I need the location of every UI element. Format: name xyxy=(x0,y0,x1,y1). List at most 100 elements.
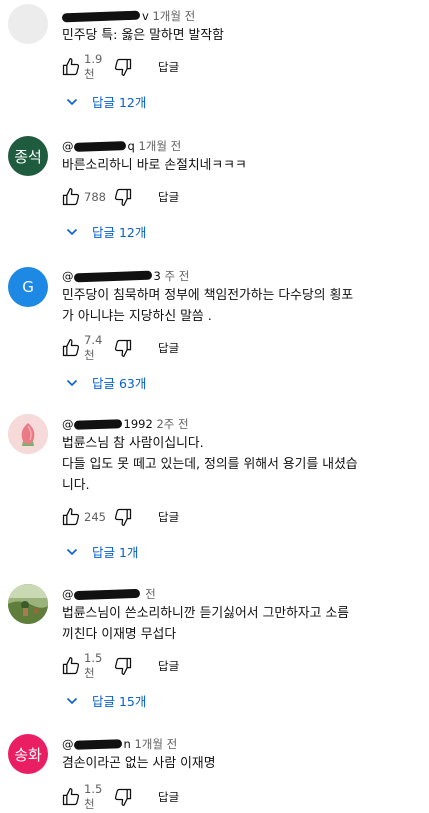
author-handle[interactable]: @ xyxy=(62,587,74,601)
thumbs-down-icon[interactable] xyxy=(112,56,134,78)
replies-label: 답글 12개 xyxy=(92,225,147,240)
redacted-handle xyxy=(73,419,122,430)
reply-button[interactable]: 답글 xyxy=(158,59,179,75)
author-handle[interactable]: @ xyxy=(62,417,74,431)
like-count: 1.5천 xyxy=(84,782,103,811)
redacted-handle xyxy=(73,141,126,152)
view-replies-button[interactable]: 답글 1개 xyxy=(66,542,138,561)
comment-text: 겸손이라곤 없는 사람 이재명 xyxy=(62,753,215,774)
comment-header: @ q 1개월 전 xyxy=(62,138,181,154)
reply-button[interactable]: 답글 xyxy=(158,789,179,805)
comment-header: @ 전 xyxy=(62,586,156,602)
comment-time[interactable]: 전 xyxy=(145,587,156,601)
comment: 종석 @ q 1개월 전 바른소리하니 바로 손절치네ㅋㅋㅋ 788 답글 답글 … xyxy=(0,130,429,260)
comment-header: @3 주 전 xyxy=(62,268,189,284)
thumbs-up-icon[interactable] xyxy=(60,186,82,208)
replies-label: 답글 1개 xyxy=(92,545,139,560)
view-replies-button[interactable]: 답글 63개 xyxy=(66,373,146,392)
comment-actions: 7.4천 답글 xyxy=(60,333,179,362)
thumbs-down-icon[interactable] xyxy=(112,786,134,808)
comment-line: 끼친다 이재명 무섭다 xyxy=(62,627,177,642)
comment-text: 법륜스님 참 사람이십니다. 다들 입도 못 떼고 있는데, 정의를 위해서 용… xyxy=(62,433,358,496)
view-replies-button[interactable]: 답글 12개 xyxy=(66,92,146,111)
comment-header: v 1개월 전 xyxy=(61,8,195,24)
reply-button[interactable]: 답글 xyxy=(158,658,179,674)
reply-button[interactable]: 답글 xyxy=(158,340,179,356)
comment-line: 민주당이 침묵하며 정부에 책임전가하는 다수당의 횡포 xyxy=(62,288,354,303)
landscape-photo-icon xyxy=(8,584,48,624)
thumbs-down-icon[interactable] xyxy=(112,337,134,359)
author-handle-end: q xyxy=(127,139,135,153)
reply-button[interactable]: 답글 xyxy=(158,189,179,205)
comment-actions: 788 답글 xyxy=(60,186,179,208)
comment-time[interactable]: 1개월 전 xyxy=(138,139,181,153)
thumbs-down-icon[interactable] xyxy=(112,655,134,677)
avatar[interactable] xyxy=(8,414,48,454)
avatar[interactable] xyxy=(8,584,48,624)
comment-actions: 1.9천 답글 xyxy=(60,52,179,81)
avatar[interactable] xyxy=(8,4,48,44)
replies-label: 답글 63개 xyxy=(92,376,147,391)
avatar-initials: G xyxy=(22,278,34,296)
comment-time[interactable]: 1개월 전 xyxy=(134,737,177,751)
view-replies-button[interactable]: 답글 15개 xyxy=(66,691,146,710)
thumbs-up-icon[interactable] xyxy=(60,655,82,677)
reply-button[interactable]: 답글 xyxy=(158,509,179,525)
comment: v 1개월 전 민주당 특: 옳은 말하면 발작함 1.9천 답글 답글 12개 xyxy=(0,0,429,130)
author-handle[interactable]: v xyxy=(142,9,149,23)
comment-time[interactable]: 2주 전 xyxy=(156,417,188,431)
like-count: 7.4천 xyxy=(84,333,103,362)
thumbs-up-icon[interactable] xyxy=(60,56,82,78)
thumbs-down-icon[interactable] xyxy=(112,506,134,528)
thumbs-up-icon[interactable] xyxy=(60,337,82,359)
chevron-down-icon xyxy=(66,697,78,704)
thumbs-down-icon[interactable] xyxy=(112,186,134,208)
comment-line: 법륜스님이 쓴소리하니깐 듣기싫어서 그만하자고 소름 xyxy=(62,606,350,621)
avatar[interactable]: 종석 xyxy=(8,136,48,176)
comment-line: 바른소리하니 바로 손절치네ㅋㅋㅋ xyxy=(62,158,247,173)
comment-text: 법륜스님이 쓴소리하니깐 듣기싫어서 그만하자고 소름 끼친다 이재명 무섭다 xyxy=(62,603,349,645)
comment-header: @ n 1개월 전 xyxy=(62,736,177,752)
redacted-handle xyxy=(61,10,141,23)
comment-line: 가 아니냐는 지당하신 말씀 . xyxy=(62,309,212,324)
redacted-handle xyxy=(73,270,152,283)
view-replies-button[interactable]: 답글 12개 xyxy=(66,222,146,241)
comment-actions: 245 답글 xyxy=(60,506,179,528)
avatar[interactable]: G xyxy=(8,267,48,307)
comment-actions: 1.5천 답글 xyxy=(60,651,179,680)
comment-time[interactable]: 주 전 xyxy=(164,269,189,283)
author-handle[interactable]: @ xyxy=(62,737,74,751)
comment-text: 민주당이 침묵하며 정부에 책임전가하는 다수당의 횡포 가 아니냐는 지당하신… xyxy=(62,285,353,327)
comment-text: 민주당 특: 옳은 말하면 발작함 xyxy=(62,25,224,46)
author-handle[interactable]: @ xyxy=(62,139,74,153)
author-handle-end: 3 xyxy=(153,269,161,283)
author-handle[interactable]: @ xyxy=(62,269,74,283)
comment-text: 바른소리하니 바로 손절치네ㅋㅋㅋ xyxy=(62,155,247,176)
comment-line: 겸손이라곤 없는 사람 이재명 xyxy=(62,756,216,771)
flower-bud-icon xyxy=(8,414,48,454)
chevron-down-icon xyxy=(66,98,78,105)
redacted-handle xyxy=(73,739,122,750)
comment-line: 니다. xyxy=(62,478,90,493)
like-count: 245 xyxy=(84,510,106,524)
chevron-down-icon xyxy=(66,548,78,555)
avatar-initials: 송화 xyxy=(14,745,42,764)
comment: @1992 2주 전 법륜스님 참 사람이십니다. 다들 입도 못 떼고 있는데… xyxy=(0,408,429,568)
thumbs-up-icon[interactable] xyxy=(60,506,82,528)
thumbs-up-icon[interactable] xyxy=(60,786,82,808)
comment: 송화 @ n 1개월 전 겸손이라곤 없는 사람 이재명 1.5천 답글 xyxy=(0,728,429,813)
comment: G @3 주 전 민주당이 침묵하며 정부에 책임전가하는 다수당의 횡포 가 … xyxy=(0,260,429,400)
comment-line: 민주당 특: 옳은 말하면 발작함 xyxy=(62,28,224,43)
redacted-handle xyxy=(73,588,140,601)
avatar[interactable]: 송화 xyxy=(8,734,48,774)
avatar-initials: 종석 xyxy=(14,147,42,166)
like-count: 788 xyxy=(84,190,106,204)
comment-header: @1992 2주 전 xyxy=(62,416,189,432)
comment-line: 법륜스님 참 사람이십니다. xyxy=(62,436,204,451)
author-handle-end: n xyxy=(123,737,131,751)
comment: @ 전 법륜스님이 쓴소리하니깐 듣기싫어서 그만하자고 소름 끼친다 이재명 … xyxy=(0,578,429,718)
chevron-down-icon xyxy=(66,228,78,235)
author-handle-end: 1992 xyxy=(123,417,153,431)
replies-label: 답글 12개 xyxy=(92,95,147,110)
comment-time[interactable]: 1개월 전 xyxy=(152,9,195,23)
